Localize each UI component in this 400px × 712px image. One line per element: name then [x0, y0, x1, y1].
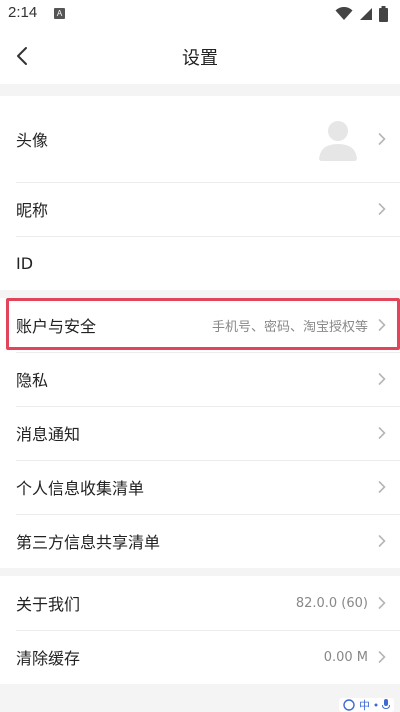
setting-row-clear-cache[interactable]: 清除缓存 0.00 M — [0, 630, 400, 684]
setting-label: 隐私 — [16, 371, 49, 390]
setting-row-avatar[interactable]: 头像 — [0, 96, 400, 182]
battery-icon — [379, 6, 388, 22]
chevron-right-icon — [378, 535, 386, 547]
settings-group-about: 关于我们 82.0.0 (60) 清除缓存 0.00 M — [0, 576, 400, 684]
setting-row-third-party-sharing[interactable]: 第三方信息共享清单 — [0, 514, 400, 568]
chevron-right-icon — [378, 133, 386, 145]
page-title: 设置 — [182, 48, 218, 69]
avatar — [310, 111, 366, 167]
dot-icon — [374, 703, 378, 707]
setting-label: 昵称 — [16, 201, 49, 220]
setting-row-about-us[interactable]: 关于我们 82.0.0 (60) — [0, 576, 400, 630]
status-bar: 2:14 A — [0, 0, 400, 28]
setting-label: ID — [16, 253, 34, 273]
chevron-right-icon — [378, 597, 386, 609]
settings-group-security: 账户与安全 手机号、密码、淘宝授权等 隐私 消息通知 个人信息收集清单 第三方信… — [0, 298, 400, 568]
setting-value: 82.0.0 (60) — [295, 595, 368, 611]
chevron-right-icon — [378, 373, 386, 385]
nav-bar: 设置 — [0, 28, 400, 84]
chevron-right-icon — [378, 427, 386, 439]
settings-group-profile: 头像 昵称 ID — [0, 96, 400, 290]
setting-label: 关于我们 — [16, 595, 81, 614]
setting-label: 个人信息收集清单 — [16, 479, 145, 498]
setting-label: 账户与安全 — [16, 317, 97, 336]
chevron-right-icon — [378, 481, 386, 493]
default-avatar-icon — [319, 121, 357, 161]
chevron-right-icon — [378, 319, 386, 331]
setting-label: 第三方信息共享清单 — [16, 533, 161, 552]
notification-icon: A — [54, 8, 65, 19]
setting-value: 手机号、密码、淘宝授权等 — [211, 319, 368, 335]
status-time: 2:14 — [8, 4, 38, 21]
setting-label: 消息通知 — [16, 425, 81, 444]
ime-logo-icon — [343, 699, 355, 711]
setting-label: 头像 — [16, 131, 49, 150]
setting-label: 清除缓存 — [16, 649, 81, 668]
setting-row-account-security[interactable]: 账户与安全 手机号、密码、淘宝授权等 — [0, 298, 400, 352]
signal-icon — [360, 8, 372, 20]
chevron-right-icon — [378, 203, 386, 215]
setting-value: 0.00 M — [323, 649, 368, 665]
ime-toolbar[interactable]: 中 — [339, 698, 394, 712]
wifi-icon — [335, 7, 353, 20]
chevron-right-icon — [378, 651, 386, 663]
ime-language: 中 — [359, 699, 370, 712]
microphone-icon — [382, 699, 390, 710]
setting-row-nickname[interactable]: 昵称 — [0, 182, 400, 236]
setting-row-personal-info-list[interactable]: 个人信息收集清单 — [0, 460, 400, 514]
setting-row-id[interactable]: ID — [0, 236, 400, 290]
status-icons — [335, 5, 388, 23]
setting-row-privacy[interactable]: 隐私 — [0, 352, 400, 406]
setting-row-notifications[interactable]: 消息通知 — [0, 406, 400, 460]
